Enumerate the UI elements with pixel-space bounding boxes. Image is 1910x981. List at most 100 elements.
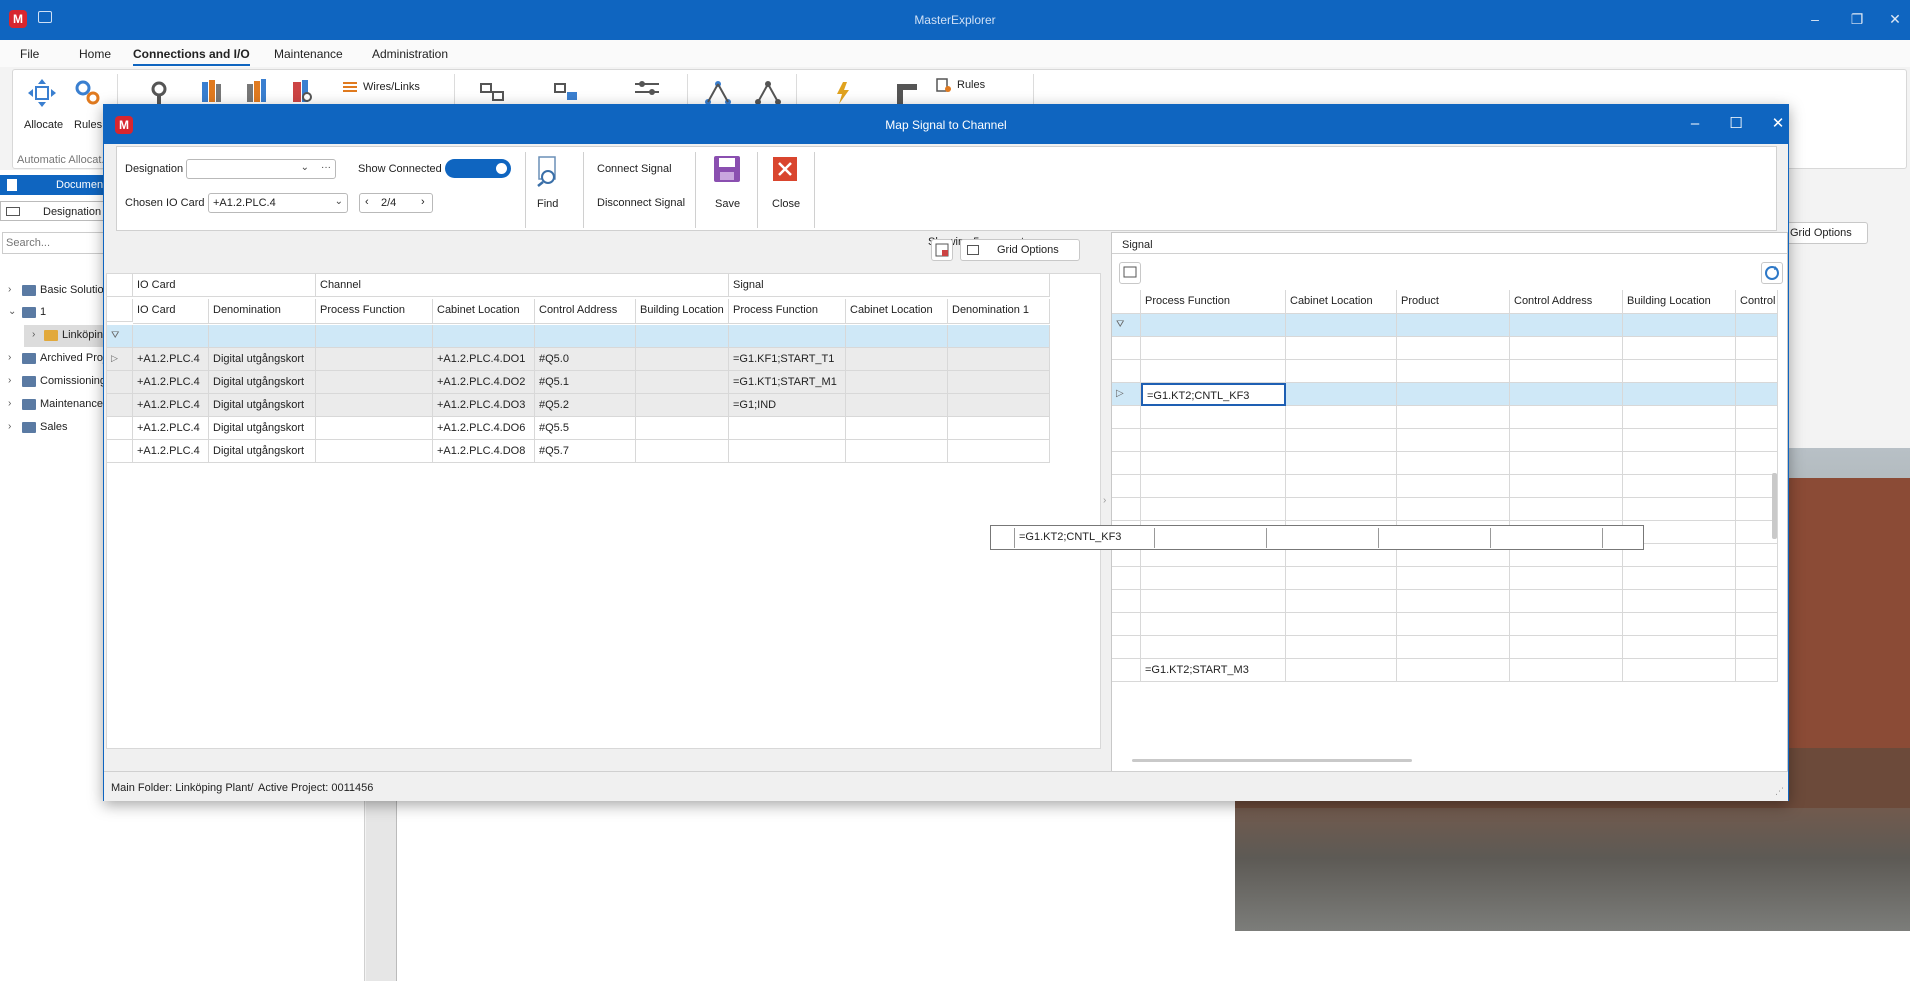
signal-cell[interactable] — [1623, 360, 1736, 383]
tab-designation[interactable]: Designation — [0, 201, 108, 221]
filter-cell[interactable] — [209, 325, 316, 348]
row-indicator[interactable] — [1112, 567, 1141, 590]
row-indicator[interactable] — [1112, 475, 1141, 498]
signal-cell[interactable] — [1623, 452, 1736, 475]
table-cell[interactable]: +A1.2.PLC.4 — [133, 417, 209, 440]
menu-home[interactable]: Home — [79, 47, 111, 61]
cabinet-icon[interactable] — [200, 78, 222, 104]
bracket-icon[interactable] — [893, 80, 923, 106]
signal-cell[interactable] — [1397, 636, 1510, 659]
signal-cell[interactable] — [1141, 613, 1286, 636]
table-cell[interactable] — [636, 417, 729, 440]
filter-cell[interactable] — [1286, 314, 1397, 337]
signal-cell[interactable] — [1397, 613, 1510, 636]
signal-cell[interactable] — [1510, 590, 1623, 613]
table-cell[interactable]: +A1.2.PLC.4.DO6 — [433, 417, 535, 440]
table-cell[interactable] — [846, 371, 948, 394]
signal-cell[interactable] — [1286, 613, 1397, 636]
signal-cell[interactable] — [1397, 406, 1510, 429]
table-cell[interactable]: #Q5.0 — [535, 348, 636, 371]
table-cell[interactable]: #Q5.5 — [535, 417, 636, 440]
signal-cell[interactable] — [1623, 590, 1736, 613]
signal-cell[interactable] — [1286, 590, 1397, 613]
network-icon[interactable] — [703, 80, 733, 106]
filter-icon[interactable]: ⛛ — [1112, 314, 1141, 337]
signal-cell[interactable] — [1510, 498, 1623, 521]
filter-cell[interactable] — [1141, 314, 1286, 337]
show-connected-toggle[interactable] — [445, 159, 511, 178]
row-expand-icon[interactable] — [107, 371, 133, 394]
signal-cell[interactable] — [1736, 360, 1778, 383]
menu-file[interactable]: File — [20, 47, 39, 61]
table-cell[interactable] — [948, 348, 1050, 371]
signal-cell[interactable] — [1623, 429, 1736, 452]
table-cell[interactable] — [316, 371, 433, 394]
signal-cell[interactable] — [1623, 498, 1736, 521]
column-header[interactable]: Denomination 1 — [948, 299, 1050, 324]
rules-gear-icon[interactable] — [73, 78, 103, 108]
signal-cell[interactable] — [1736, 544, 1778, 567]
signal-cell[interactable] — [1736, 636, 1778, 659]
pager-next-icon[interactable]: › — [421, 196, 425, 208]
signal-cell[interactable] — [1397, 567, 1510, 590]
table-cell[interactable] — [316, 348, 433, 371]
signal-cell[interactable] — [1397, 498, 1510, 521]
tree-item-1[interactable]: ⌄ 1 — [0, 302, 110, 324]
lightning-icon[interactable] — [831, 80, 861, 106]
signal-column-header[interactable]: Building Location — [1623, 290, 1736, 314]
signal-cell[interactable] — [1141, 590, 1286, 613]
signal-cell[interactable] — [1286, 337, 1397, 360]
group-header[interactable]: Signal — [729, 274, 1050, 297]
filter-cell[interactable] — [535, 325, 636, 348]
column-header[interactable]: Building Location — [636, 299, 729, 324]
signal-cell[interactable] — [1141, 636, 1286, 659]
pager-prev-icon[interactable]: ‹ — [365, 196, 369, 208]
save-icon[interactable] — [713, 155, 741, 183]
tab-documents[interactable]: Documents — [0, 175, 112, 195]
filter-icon[interactable]: ⛛ — [107, 325, 133, 348]
table-cell[interactable] — [846, 440, 948, 463]
selected-signal-cell[interactable]: =G1.KT2;CNTL_KF3 — [1141, 383, 1286, 406]
table-cell[interactable] — [846, 394, 948, 417]
signal-cell[interactable] — [1510, 636, 1623, 659]
signal-cell[interactable] — [1286, 498, 1397, 521]
table-cell[interactable] — [636, 371, 729, 394]
grid-options-button[interactable]: Grid Options — [960, 239, 1080, 261]
filter-cell[interactable] — [1623, 314, 1736, 337]
signal-column-header[interactable]: Control Address — [1510, 290, 1623, 314]
menu-connections-io[interactable]: Connections and I/O — [133, 47, 250, 66]
table-cell[interactable] — [948, 417, 1050, 440]
wires-links-icon[interactable] — [342, 80, 358, 94]
device-search-icon[interactable] — [291, 78, 313, 104]
signal-cell[interactable] — [1623, 636, 1736, 659]
row-expand-icon[interactable]: ▷ — [107, 348, 133, 371]
signal-cell[interactable] — [1623, 475, 1736, 498]
row-indicator[interactable] — [1112, 452, 1141, 475]
table-cell[interactable] — [316, 417, 433, 440]
signal-cell[interactable] — [1736, 452, 1778, 475]
row-expand-icon[interactable] — [107, 440, 133, 463]
signal-cell[interactable] — [1397, 659, 1510, 682]
connect-signal-button[interactable]: Connect Signal — [597, 163, 672, 175]
signal-cell[interactable] — [1510, 406, 1623, 429]
signal-cell[interactable] — [1736, 406, 1778, 429]
filter-cell[interactable] — [636, 325, 729, 348]
table-cell[interactable] — [729, 440, 846, 463]
signal-cell[interactable]: =G1.KT2;START_M3 — [1141, 659, 1286, 682]
signal-cell[interactable] — [1397, 429, 1510, 452]
signal-cell[interactable] — [1736, 613, 1778, 636]
signal-cell[interactable] — [1286, 383, 1397, 406]
signal-cell[interactable] — [1736, 337, 1778, 360]
table-cell[interactable] — [636, 394, 729, 417]
filter-cell[interactable] — [1736, 314, 1778, 337]
signal-cell[interactable] — [1286, 406, 1397, 429]
signal-vertical-scrollbar[interactable] — [1772, 473, 1777, 539]
column-header[interactable]: Process Function — [316, 299, 433, 324]
table-cell[interactable]: =G1.KF1;START_T1 — [729, 348, 846, 371]
signal-cell[interactable] — [1510, 337, 1623, 360]
filter-cell[interactable] — [729, 325, 846, 348]
table-cell[interactable]: #Q5.2 — [535, 394, 636, 417]
signal-cell[interactable] — [1510, 567, 1623, 590]
row-indicator[interactable] — [1112, 590, 1141, 613]
filter-cell[interactable] — [846, 325, 948, 348]
